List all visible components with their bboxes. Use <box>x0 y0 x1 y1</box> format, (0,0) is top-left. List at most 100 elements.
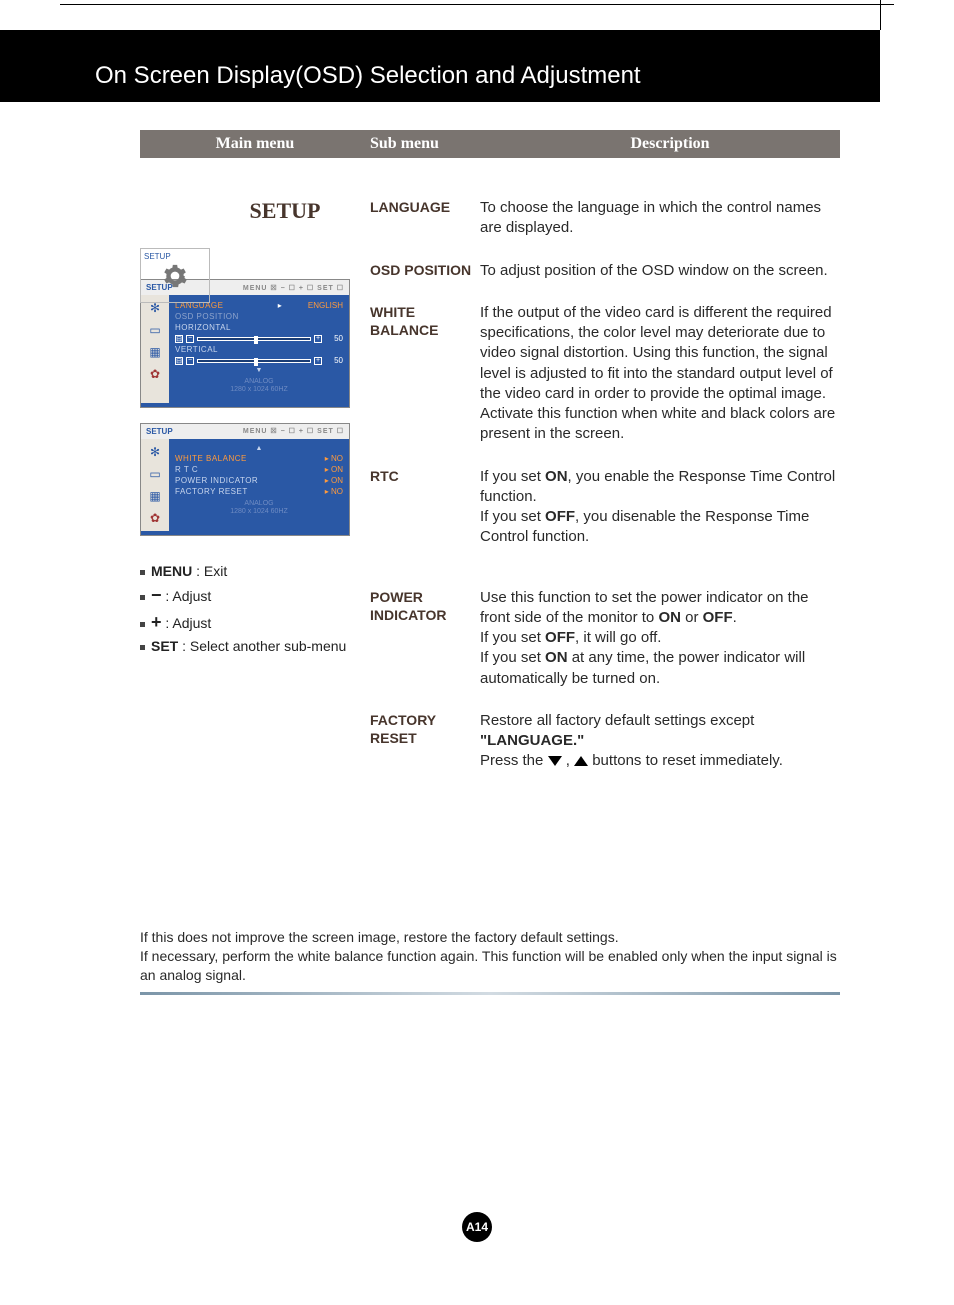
header-description: Description <box>500 135 840 153</box>
text-factory-reset: Restore all factory default settings exc… <box>480 711 840 772</box>
top-rule <box>60 4 894 5</box>
label-rtc: RTC <box>370 467 480 548</box>
osd2-fr-val: ▸ NO <box>325 487 343 496</box>
osd1-main: LANGUAGE ▸ENGLISH OSD POSITION HORIZONTA… <box>169 295 349 403</box>
setup-icon-label: SETUP <box>141 249 209 261</box>
pi-t4: If you set <box>480 649 545 666</box>
osd1-v-slider: ⊟−+ 50 <box>175 356 343 365</box>
osd2-title: SETUP <box>146 427 173 436</box>
osd1-h-val: 50 <box>325 334 343 343</box>
osd1-language-value: ENGLISH <box>308 301 343 310</box>
text-rtc: If you set ON, you enable the Response T… <box>480 467 840 548</box>
edge-cut-rule <box>880 0 881 30</box>
rtc-off: OFF <box>545 508 575 525</box>
fr-lang: "LANGUAGE." <box>480 732 584 749</box>
osd2-titlebar: SETUP MENU ☒ − ☐ + ☐ SET ☐ <box>141 424 349 439</box>
right-column: LANGUAGE To choose the language in which… <box>370 198 840 794</box>
ctrl-menu: MENU <box>151 563 192 579</box>
osd2-footer1: ANALOG <box>175 500 343 508</box>
rtc-t3: If you set <box>480 508 545 525</box>
content-area: Main menu Sub menu Description SETUP SET… <box>140 130 840 794</box>
row-rtc: RTC If you set ON, you enable the Respon… <box>370 467 840 548</box>
osd2-pi-val: ▸ ON <box>325 476 343 485</box>
ctrl-plus: + <box>151 612 162 632</box>
osd2-main: ▲ WHITE BALANCE▸ NO R T C▸ ON POWER INDI… <box>169 439 349 531</box>
fr-comma: , <box>566 752 574 769</box>
osd2-rtc-val: ▸ ON <box>325 465 343 474</box>
triangle-up-icon <box>574 756 588 766</box>
text-power-indicator: Use this function to set the power indic… <box>480 588 840 689</box>
osd1-vertical: VERTICAL <box>175 345 218 354</box>
row-osd-position: OSD POSITION To adjust position of the O… <box>370 261 840 281</box>
fr-t1: Restore all factory default settings exc… <box>480 712 754 729</box>
text-osd-position: To adjust position of the OSD window on … <box>480 261 840 281</box>
osd1-horizontal: HORIZONTAL <box>175 323 231 332</box>
setup-title: SETUP <box>140 198 370 224</box>
label-power-indicator: POWER INDICATOR <box>370 588 480 689</box>
pi-on: ON <box>658 609 681 626</box>
pi-or: or <box>681 609 703 626</box>
pi-t2: If you set <box>480 629 545 646</box>
label-factory-reset: FACTORY RESET <box>370 711 480 772</box>
ctrl-menu-text: : Exit <box>192 563 227 579</box>
text-white-balance: If the output of the video card is diffe… <box>480 303 840 445</box>
row-power-indicator: POWER INDICATOR Use this function to set… <box>370 588 840 689</box>
row-language: LANGUAGE To choose the language in which… <box>370 198 840 239</box>
header-sub-menu: Sub menu <box>370 135 500 153</box>
osd1-iconcol: ✻ ▭ ▦ ✿ <box>141 295 169 403</box>
osd1-osd-position: OSD POSITION <box>175 312 239 321</box>
ctrl-set: SET <box>151 638 178 654</box>
ctrl-minus: − <box>151 585 162 605</box>
osd2-titlebar-buttons: MENU ☒ − ☐ + ☐ SET ☐ <box>243 427 344 435</box>
page-title-bar: On Screen Display(OSD) Selection and Adj… <box>0 30 880 102</box>
osd1-titlebar-buttons: MENU ☒ − ☐ + ☐ SET ☐ <box>243 284 344 292</box>
label-white-balance: WHITE BALANCE <box>370 303 480 445</box>
rtc-t1: If you set <box>480 468 545 485</box>
setup-icon-card: SETUP <box>140 248 210 303</box>
gear-icon: ✿ <box>146 509 164 527</box>
ctrl-minus-text: : Adjust <box>162 588 212 604</box>
gear-icon <box>162 263 188 289</box>
pi-dot: . <box>733 609 737 626</box>
osd2-fr: FACTORY RESET <box>175 487 248 496</box>
osd1-footer2: 1280 x 1024 60HZ <box>175 386 343 394</box>
page-number-badge: A14 <box>462 1212 492 1242</box>
screen-icon: ▭ <box>146 465 164 483</box>
rtc-on: ON <box>545 468 568 485</box>
pi-on2: ON <box>545 649 568 666</box>
osd2-wb-val: ▸ NO <box>325 454 343 463</box>
page-title: On Screen Display(OSD) Selection and Adj… <box>95 62 641 90</box>
osd-screenshot-2: SETUP MENU ☒ − ☐ + ☐ SET ☐ ✻ ▭ ▦ ✿ ▲ WHI… <box>140 423 350 536</box>
label-language: LANGUAGE <box>370 198 480 239</box>
osd2-iconcol: ✻ ▭ ▦ ✿ <box>141 439 169 531</box>
brightness-icon: ✻ <box>146 443 164 461</box>
screen-icon: ▭ <box>146 321 164 339</box>
osd2-wb: WHITE BALANCE <box>175 454 247 463</box>
triangle-down-icon <box>548 756 562 766</box>
osd2-rtc: R T C <box>175 465 198 474</box>
bottom-note: If this does not improve the screen imag… <box>140 928 840 985</box>
gradient-rule <box>140 992 840 995</box>
ctrl-plus-text: : Adjust <box>162 615 212 631</box>
gear-icon: ✿ <box>146 365 164 383</box>
pi-off2: OFF <box>545 629 575 646</box>
pi-t3: , it will go off. <box>575 629 661 646</box>
controls-legend: MENU : Exit − : Adjust + : Adjust SET : … <box>140 561 370 657</box>
label-osd-position: OSD POSITION <box>370 261 480 281</box>
left-column: SETUP SETUP SETUP MENU ☒ − ☐ + ☐ SET ☐ ✻… <box>140 198 370 794</box>
osd1-h-slider: ⊟−+ 50 <box>175 334 343 343</box>
header-main-menu: Main menu <box>140 135 370 153</box>
row-factory-reset: FACTORY RESET Restore all factory defaul… <box>370 711 840 772</box>
osd1-footer1: ANALOG <box>175 378 343 386</box>
text-language: To choose the language in which the cont… <box>480 198 840 239</box>
pi-t1: Use this function to set the power indic… <box>480 589 809 626</box>
ctrl-set-text: : Select another sub-menu <box>178 638 346 654</box>
main-grid: SETUP SETUP SETUP MENU ☒ − ☐ + ☐ SET ☐ ✻… <box>140 198 840 794</box>
row-white-balance: WHITE BALANCE If the output of the video… <box>370 303 840 445</box>
column-header-bar: Main menu Sub menu Description <box>140 130 840 158</box>
osd1-v-val: 50 <box>325 356 343 365</box>
osd2-pi: POWER INDICATOR <box>175 476 258 485</box>
fr-t3: buttons to reset immediately. <box>592 752 783 769</box>
osd2-footer2: 1280 x 1024 60HZ <box>175 508 343 516</box>
color-icon: ▦ <box>146 487 164 505</box>
